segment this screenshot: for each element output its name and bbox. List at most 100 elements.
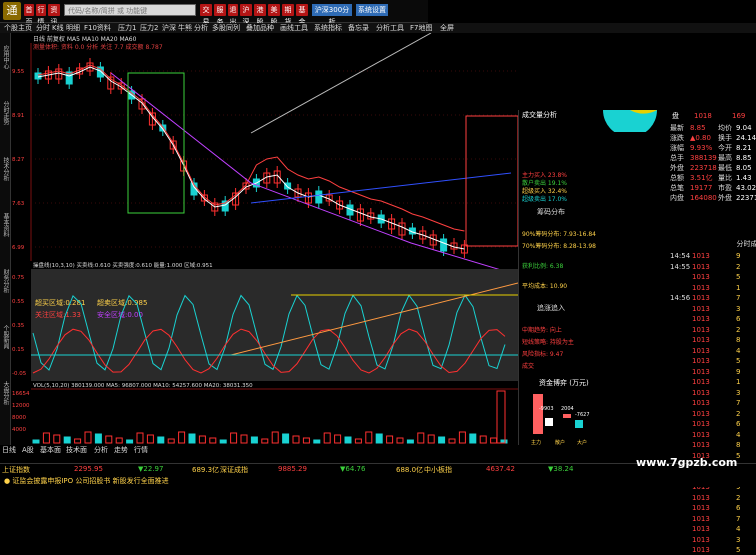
- quote-row: 内盘 164080外盘 223718: [670, 194, 756, 203]
- tick-volume: 2: [736, 409, 741, 418]
- hs300-analysis-button[interactable]: 沪深300分析: [312, 4, 352, 26]
- volume-bar: [84, 431, 92, 444]
- tab-market[interactable]: 行情: [134, 445, 148, 455]
- app-logo: 通: [3, 2, 21, 20]
- market-hk-button[interactable]: 港股: [254, 4, 266, 26]
- menu-item-draw[interactable]: 画线工具: [280, 23, 308, 33]
- news-button[interactable]: 资讯: [48, 4, 60, 26]
- tick-price: 1013: [692, 525, 710, 533]
- quote-row: 总额 3.51亿 量比 1.43: [670, 174, 756, 183]
- tick-price: 1013: [692, 409, 710, 418]
- volume-bar: [354, 438, 362, 444]
- menu-item-map[interactable]: F7地图: [410, 23, 432, 33]
- kline-chart-area[interactable]: 日线 前复权 MA5 MA10 MA20 MA60 测量体积: 资料 0.0 分…: [11, 32, 519, 445]
- fund-label-1: 散户: [555, 439, 565, 446]
- menu-item-bull[interactable]: 牛熊: [178, 23, 192, 33]
- fund-bar-retail: [545, 418, 553, 426]
- tick-time: 14:55: [670, 262, 691, 271]
- trade-button[interactable]: 交易: [200, 4, 212, 26]
- menu-item-kline[interactable]: K线: [52, 23, 64, 33]
- volume-bar: [292, 435, 300, 444]
- tab-daily[interactable]: 日线: [2, 445, 16, 455]
- quotes-button[interactable]: 行情: [36, 4, 46, 26]
- menu-item-multi[interactable]: 多股同列: [212, 23, 240, 33]
- tick-price: 1013: [692, 357, 710, 365]
- tick-volume: 2: [736, 325, 741, 334]
- tab-ashare[interactable]: A股: [22, 445, 34, 455]
- tab-trend[interactable]: 走势: [114, 445, 128, 455]
- service-button[interactable]: 服务: [214, 4, 226, 26]
- volume-bar: [250, 436, 258, 444]
- menu-item-timeshare[interactable]: 分时: [36, 23, 50, 33]
- quote-value: 8.85: [690, 124, 706, 132]
- indicator-tick: -0.05: [12, 371, 27, 377]
- exit-button[interactable]: 退出: [228, 4, 238, 26]
- fund-button[interactable]: 基金: [296, 4, 308, 26]
- menu-item-pressure2[interactable]: 压力2: [140, 23, 158, 33]
- ticker-item-6: ▼64.76: [340, 465, 366, 473]
- volume-bar: [448, 438, 456, 444]
- quote-row: 涨跌 ▲0.80 换手 24.14: [670, 134, 756, 143]
- market-us-button[interactable]: 美股: [268, 4, 280, 26]
- menu-item-fullscreen[interactable]: 全屏: [440, 23, 454, 33]
- left-nav-strip: 应用中心 分时走势 技术分析 基本资料 财务分析 个股新闻 大盘分析: [0, 33, 11, 445]
- fund-bar-small: [575, 420, 583, 428]
- volume-bar: [115, 437, 123, 444]
- tick-price: 1013: [692, 546, 710, 554]
- chip-item-2: 获利比例: 6.38: [522, 263, 564, 270]
- quote-value2: 1.43: [736, 174, 752, 182]
- quote-value: 3.51亿: [690, 174, 713, 182]
- menu-item-home[interactable]: 个股主页: [4, 23, 32, 33]
- left-nav-news[interactable]: 个股新闻: [0, 317, 10, 357]
- volume-header: VOL(5,10,20) 380139.000 MA5: 96807.000 M…: [33, 383, 253, 389]
- volume-bar: [334, 434, 342, 444]
- tick-price: 1013: [692, 514, 710, 523]
- quote-value2: 8.85: [736, 154, 752, 162]
- left-nav-basic[interactable]: 基本资料: [0, 205, 10, 245]
- ticker-item-5: 9885.29: [278, 465, 307, 473]
- volume-bar: [157, 436, 165, 444]
- bottom-tabs: 日线 A股 基本面 技术面 分析 走势 行情: [0, 445, 240, 455]
- menu-item-pressure1[interactable]: 压力1: [118, 23, 136, 33]
- home-button[interactable]: 首页: [24, 4, 34, 26]
- news-text[interactable]: ● 证监会披露申报IPO 公司招股书 新股发行全面推进: [4, 476, 169, 486]
- left-nav-timeshare[interactable]: 分时走势: [0, 93, 10, 133]
- volume-bar: [230, 432, 238, 444]
- left-nav-market[interactable]: 大盘分析: [0, 373, 10, 413]
- quote-value2: 8.21: [736, 144, 752, 152]
- quote-key2: 今开: [718, 144, 732, 152]
- menu-item-overlay[interactable]: 叠加品种: [246, 23, 274, 33]
- tick-row: 1013 9: [670, 368, 756, 377]
- tick-price: 1013: [692, 367, 710, 376]
- price-tick: 7.63: [12, 201, 25, 207]
- menu-item-tools[interactable]: 分析工具: [376, 23, 404, 33]
- left-nav-finance[interactable]: 财务分析: [0, 261, 10, 301]
- volume-bar: [302, 437, 310, 444]
- menu-item-memo[interactable]: 备忘录: [348, 23, 369, 33]
- fund-bars: -9903 2004 -7627 主力 散户 大户: [531, 394, 590, 446]
- tab-technical[interactable]: 技术面: [66, 445, 87, 455]
- quote-value: 9.93%: [690, 144, 713, 152]
- indicator-header: 操盘线(10,3,10) 买卖线:0.610 买卖强度:0.610 能量:1.0…: [33, 261, 213, 269]
- search-input[interactable]: 代码/名称/简拼 或 功能键: [64, 4, 196, 16]
- news-ticker[interactable]: ● 证监会披露申报IPO 公司招股书 新股发行全面推进: [0, 474, 756, 487]
- volume-bar: [198, 435, 206, 444]
- menu-item-detail[interactable]: 明细: [66, 23, 80, 33]
- menu-item-analysis[interactable]: 分析: [194, 23, 208, 33]
- chip-item-3: 平均成本: 10.90: [522, 283, 568, 290]
- left-nav-app[interactable]: 应用中心: [0, 37, 10, 77]
- market-sh-button[interactable]: 沪深: [240, 4, 252, 26]
- futures-button[interactable]: 期货: [282, 4, 294, 26]
- menu-item-indicator[interactable]: 系统指标: [314, 23, 342, 33]
- quote-value2: 8.05: [736, 164, 752, 172]
- menu-item-hs[interactable]: 沪深: [162, 23, 176, 33]
- tab-basic[interactable]: 基本面: [40, 445, 61, 455]
- menu-item-f10[interactable]: F10资料: [84, 23, 111, 33]
- quote-key2: 最高: [718, 154, 732, 162]
- settings-button[interactable]: 系统设置: [356, 4, 388, 16]
- volume-tick: 16654: [12, 391, 30, 397]
- quote-key: 内盘: [670, 194, 684, 202]
- tab-analysis[interactable]: 分析: [94, 445, 108, 455]
- left-nav-technical[interactable]: 技术分析: [0, 149, 10, 189]
- quote-value: 19177: [690, 184, 713, 192]
